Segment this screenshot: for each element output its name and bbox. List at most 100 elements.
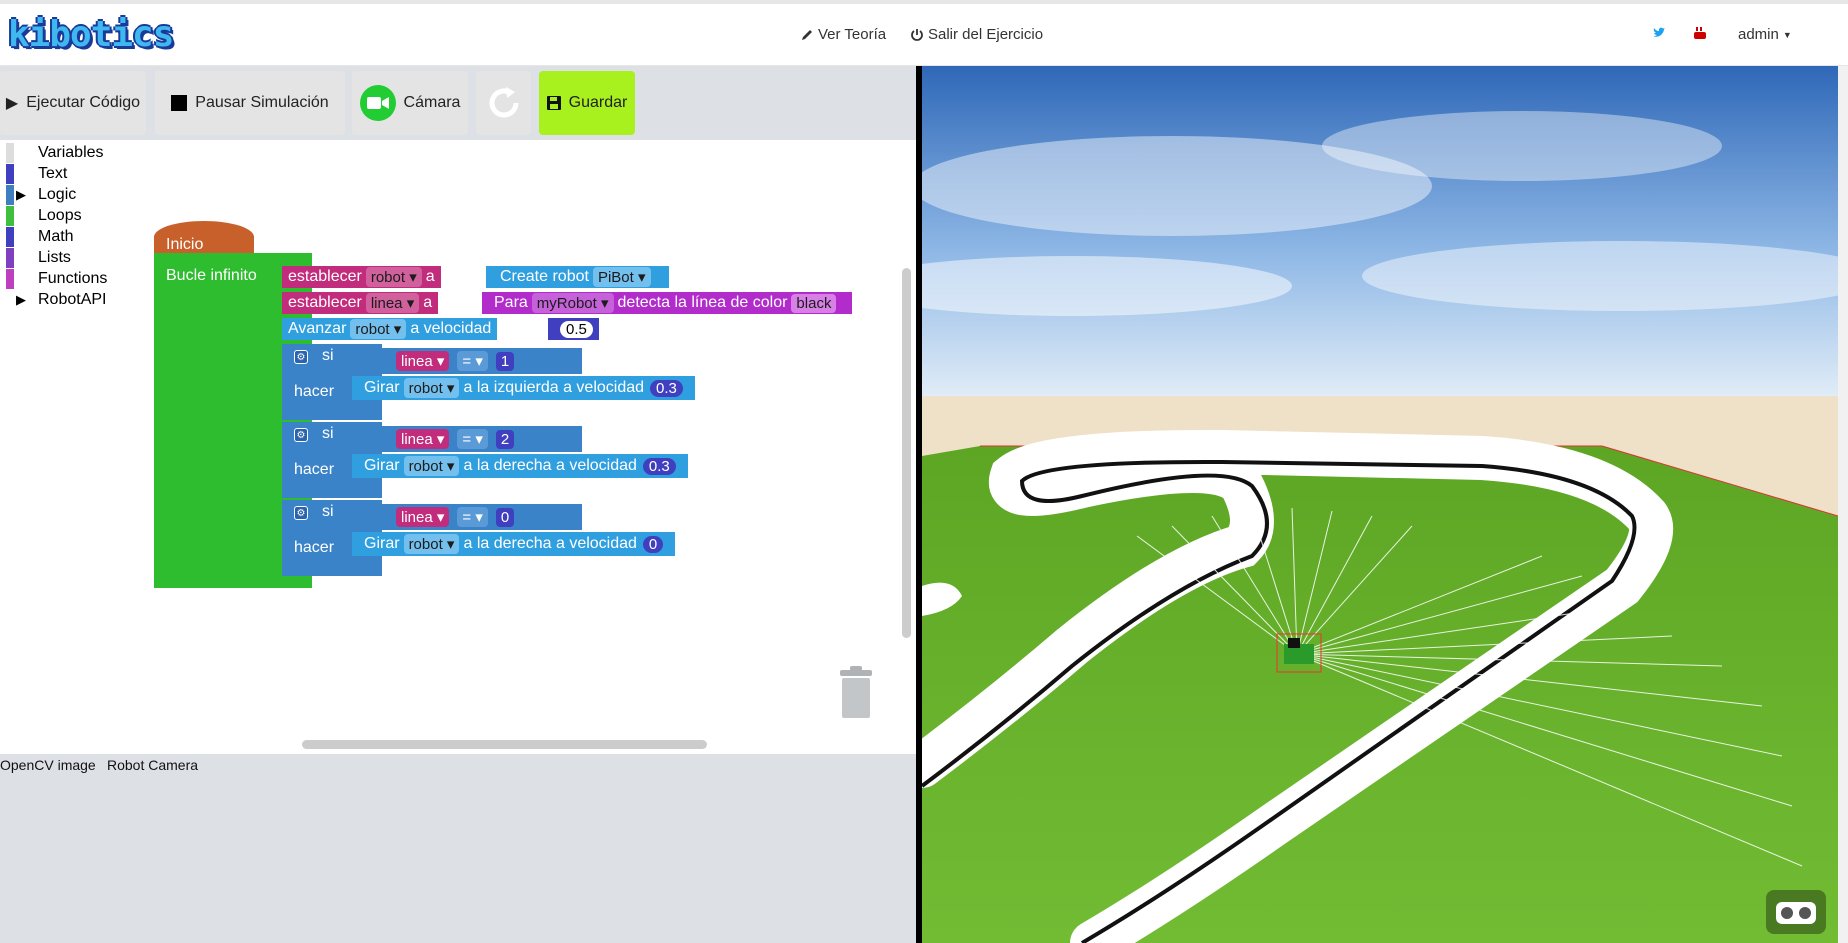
editor-panel: ▶ Ejecutar Código Pausar Simulación Cáma… xyxy=(0,66,916,943)
a-label: a xyxy=(425,268,435,285)
set-robot-block[interactable]: establecer robot ▾ a xyxy=(282,266,441,288)
kibotics-logo[interactable]: kibotics xyxy=(8,14,174,55)
robot-dropdown[interactable]: robot ▾ xyxy=(403,534,460,554)
hacer-label: hacer xyxy=(294,539,335,556)
simulation-scrollbar[interactable] xyxy=(1838,66,1848,943)
var-dropdown[interactable]: linea ▾ xyxy=(396,507,450,527)
operator-dropdown[interactable]: = ▾ xyxy=(457,507,488,527)
category-label: Lists xyxy=(38,249,71,266)
speed-number-block[interactable]: 0.5 xyxy=(548,318,599,340)
category-color-bar xyxy=(6,164,14,184)
ver-teoria-link[interactable]: Ver Teoría xyxy=(800,26,886,43)
compare-block[interactable]: linea ▾ = ▾ 1 xyxy=(382,348,582,374)
floppy-disk-icon xyxy=(546,96,561,110)
power-icon xyxy=(911,28,923,41)
direction-label: a la izquierda a velocidad xyxy=(463,379,645,396)
category-label: Functions xyxy=(38,270,108,287)
girar-label: Girar xyxy=(364,379,400,396)
robot-type-dropdown[interactable]: PiBot ▾ xyxy=(592,267,651,287)
youtube-icon xyxy=(1694,27,1706,39)
twitter-link[interactable] xyxy=(1652,26,1666,40)
operator-dropdown[interactable]: = ▾ xyxy=(457,351,488,371)
detect-line-block[interactable]: Para myRobot ▾ detecta la línea de color… xyxy=(482,292,853,314)
tab-opencv-image[interactable]: OpenCV image xyxy=(0,757,96,773)
top-navbar: kibotics Ver Teoría Salir del Ejercicio … xyxy=(0,0,1848,66)
user-menu[interactable]: admin ▼ xyxy=(1738,26,1792,43)
toolbox-category-text[interactable]: Text xyxy=(6,163,67,185)
toolbox-category-math[interactable]: Math xyxy=(6,226,74,248)
turn-speed-value[interactable]: 0.3 xyxy=(650,379,683,397)
girar-block[interactable]: Girar robot ▾ a la izquierda a velocidad… xyxy=(352,376,695,400)
camera-label: Cámara xyxy=(403,94,461,111)
category-label: Text xyxy=(38,165,68,182)
gear-icon[interactable]: ⚙ xyxy=(294,506,308,520)
toolbox-category-variables[interactable]: Variables xyxy=(6,142,104,164)
tab-robot-camera[interactable]: Robot Camera xyxy=(107,757,198,773)
toolbox-category-loops[interactable]: Loops xyxy=(6,205,82,227)
toolbox-category-lists[interactable]: Lists xyxy=(6,247,71,269)
robot-dropdown[interactable]: robot ▾ xyxy=(403,456,460,476)
avanzar-block[interactable]: Avanzar robot ▾ a velocidad xyxy=(282,318,498,340)
compare-value[interactable]: 0 xyxy=(495,507,515,527)
youtube-link[interactable] xyxy=(1693,26,1707,40)
compare-value[interactable]: 1 xyxy=(495,351,515,371)
pause-simulation-button[interactable]: Pausar Simulación xyxy=(155,71,345,135)
operator-dropdown[interactable]: = ▾ xyxy=(457,429,488,449)
turn-speed-value[interactable]: 0 xyxy=(642,535,664,553)
girar-label: Girar xyxy=(364,535,400,552)
camera-button[interactable]: Cámara xyxy=(352,71,468,135)
caret-down-icon: ▼ xyxy=(1782,29,1792,40)
camera-output-area: OpenCV image Robot Camera xyxy=(0,754,916,943)
category-label: Math xyxy=(38,228,74,245)
var-dropdown[interactable]: linea ▾ xyxy=(396,429,450,449)
para-label: Para xyxy=(494,294,528,311)
robot-dropdown[interactable]: robot ▾ xyxy=(350,319,407,339)
bucle-infinito-label: Bucle infinito xyxy=(166,267,257,284)
category-color-bar xyxy=(6,290,14,310)
girar-block[interactable]: Girar robot ▾ a la derecha a velocidad 0 xyxy=(352,532,676,556)
save-button[interactable]: Guardar xyxy=(539,71,635,135)
simulation-3d-view[interactable] xyxy=(922,66,1838,943)
robot-dropdown[interactable]: myRobot ▾ xyxy=(531,293,614,313)
girar-label: Girar xyxy=(364,457,400,474)
salir-ejercicio-link[interactable]: Salir del Ejercicio xyxy=(910,26,1043,43)
toolbox-category-robotapi[interactable]: ▶ RobotAPI xyxy=(6,289,106,311)
turn-speed-value[interactable]: 0.3 xyxy=(642,457,676,475)
category-label: Variables xyxy=(38,144,104,161)
compare-value[interactable]: 2 xyxy=(495,429,515,449)
expand-arrow-icon[interactable]: ▶ xyxy=(16,292,26,308)
expand-arrow-icon[interactable]: ▶ xyxy=(16,187,26,203)
set-linea-block[interactable]: establecer linea ▾ a xyxy=(282,292,439,314)
reset-button[interactable] xyxy=(476,71,531,135)
create-robot-block[interactable]: Create robot PiBot ▾ xyxy=(486,266,669,288)
run-code-button[interactable]: ▶ Ejecutar Código xyxy=(0,71,146,135)
workspace-horizontal-scrollbar[interactable] xyxy=(302,740,707,749)
workspace-vertical-scrollbar[interactable] xyxy=(902,268,911,638)
set-label: establecer xyxy=(288,294,362,311)
vr-goggles-icon[interactable] xyxy=(1766,890,1826,934)
twitter-icon xyxy=(1653,27,1665,37)
var-dropdown[interactable]: robot ▾ xyxy=(365,267,422,287)
toolbox-category-logic[interactable]: ▶ Logic xyxy=(6,184,76,206)
var-dropdown[interactable]: linea ▾ xyxy=(365,293,420,313)
girar-block[interactable]: Girar robot ▾ a la derecha a velocidad 0… xyxy=(352,454,688,478)
pencil-icon xyxy=(802,29,812,40)
gear-icon[interactable]: ⚙ xyxy=(294,428,308,442)
var-dropdown[interactable]: linea ▾ xyxy=(396,351,450,371)
pause-simulation-label: Pausar Simulación xyxy=(195,94,329,111)
speed-value[interactable]: 0.5 xyxy=(560,320,593,338)
compare-block[interactable]: linea ▾ = ▾ 2 xyxy=(382,426,582,452)
salir-label: Salir del Ejercicio xyxy=(928,26,1044,43)
compare-block[interactable]: linea ▾ = ▾ 0 xyxy=(382,504,582,530)
category-color-bar xyxy=(6,185,14,205)
blockly-workspace[interactable]: Variables Text ▶ Logic Loops Math Lists F… xyxy=(0,140,916,754)
color-field[interactable]: black xyxy=(791,293,837,313)
trash-icon[interactable] xyxy=(836,664,876,725)
set-label: establecer xyxy=(288,268,362,285)
gear-icon[interactable]: ⚙ xyxy=(294,350,308,364)
refresh-icon xyxy=(489,87,518,118)
category-color-bar xyxy=(6,206,14,226)
create-robot-label: Create robot xyxy=(500,268,589,285)
robot-dropdown[interactable]: robot ▾ xyxy=(403,378,460,398)
toolbox-category-functions[interactable]: Functions xyxy=(6,268,107,290)
